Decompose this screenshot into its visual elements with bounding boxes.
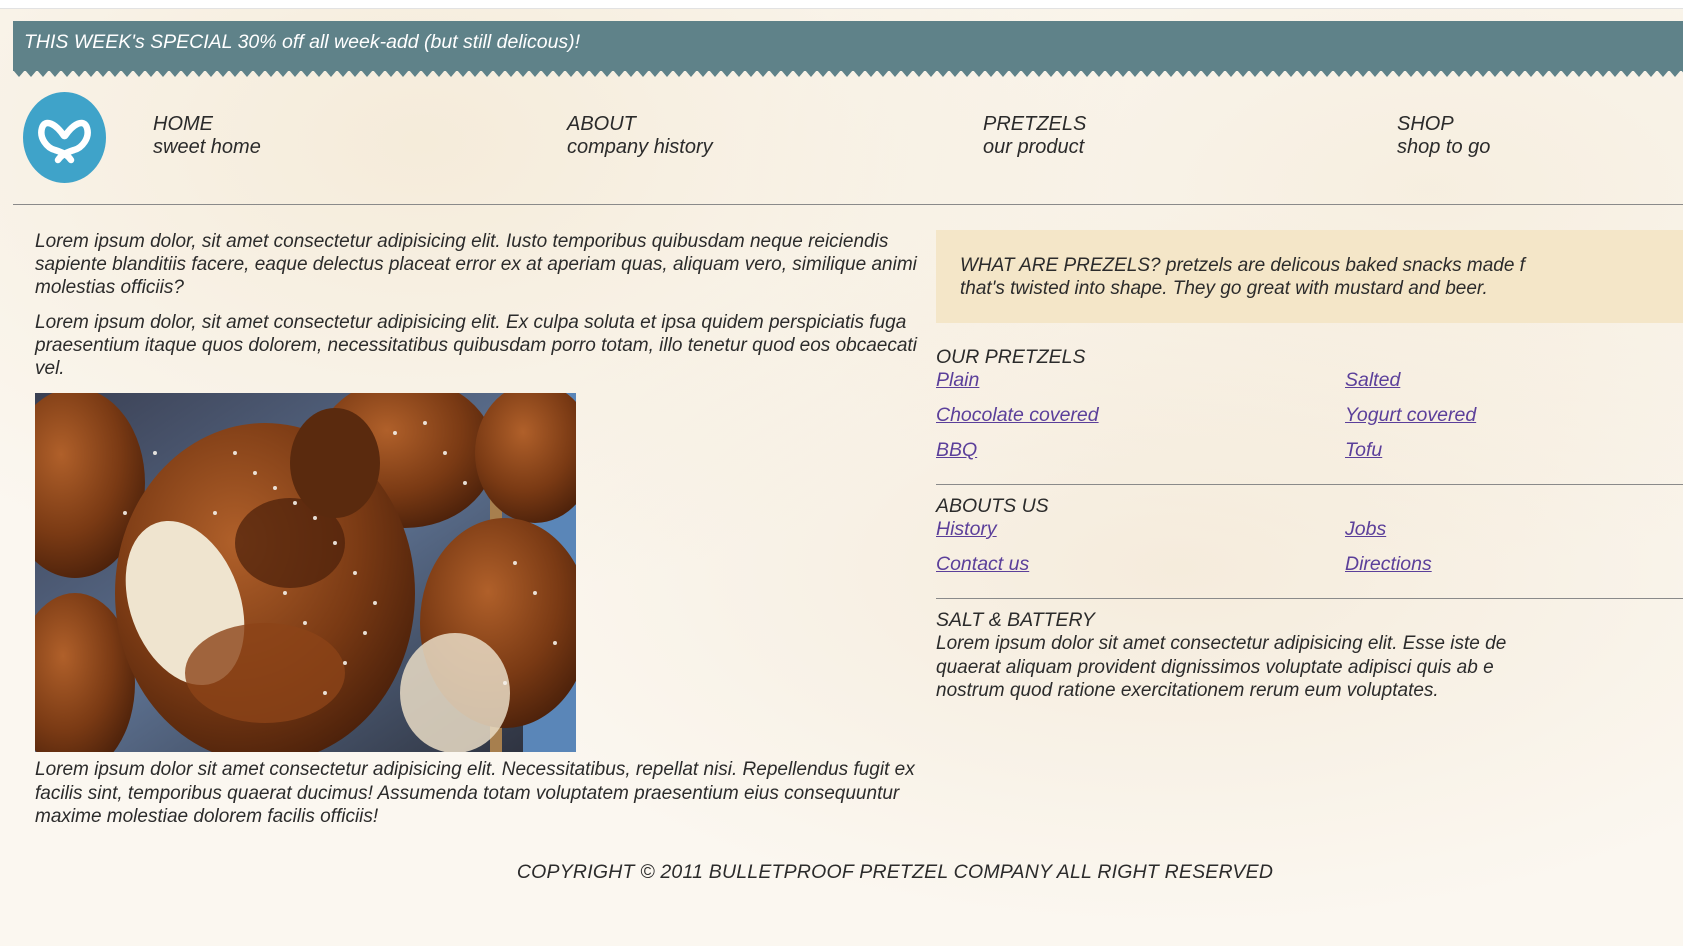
header-divider [13, 204, 1683, 205]
nav-shop-title: SHOP [1397, 113, 1454, 135]
nav-home[interactable]: HOME sweet home [153, 113, 261, 159]
link-contact-us[interactable]: Contact us [936, 553, 1029, 576]
nav-shop-subtitle: shop to go [1397, 136, 1491, 158]
link-history[interactable]: History [936, 518, 997, 541]
salt-text-line-2: quaerat aliquam provident dignissimos vo… [936, 656, 1494, 678]
main-content: Lorem ipsum dolor, sit amet consectetur … [35, 230, 935, 392]
banner-text: THIS WEEK's SPECIAL 30% off all week-add… [24, 31, 581, 53]
nav-shop[interactable]: SHOP shop to go [1397, 113, 1490, 159]
link-jobs[interactable]: Jobs [1345, 518, 1386, 541]
nav-pretzels-subtitle: our product [983, 136, 1085, 158]
our-pretzels-title: OUR PRETZELS [936, 346, 1086, 368]
nav-pretzels-title: PRETZELS [983, 113, 1087, 135]
nav-about-subtitle: company history [567, 136, 713, 158]
sidebar-divider-1 [936, 484, 1683, 485]
nav-about-title: ABOUT [567, 113, 636, 135]
salt-battery-text: Lorem ipsum dolor sit amet consectetur a… [936, 632, 1683, 703]
pretzel-icon[interactable] [23, 92, 106, 183]
callout-text-line-1: WHAT ARE PREZELS? pretzels are delicous … [960, 255, 1525, 276]
sidebar-divider-2 [936, 598, 1683, 599]
link-salted[interactable]: Salted [1345, 369, 1400, 392]
copyright-footer: COPYRIGHT © 2011 BULLETPROOF PRETZEL COM… [516, 861, 1274, 883]
salt-battery-title: SALT & BATTERY [936, 609, 1095, 631]
intro-paragraph-2: Lorem ipsum dolor, sit amet consectetur … [35, 312, 917, 379]
browser-top-edge [0, 0, 1683, 9]
intro-paragraph-1: Lorem ipsum dolor, sit amet consectetur … [35, 231, 917, 298]
banner-zigzag-edge [13, 70, 1683, 77]
salt-text-line-3: nostrum quod ratione exercitationem reru… [936, 680, 1439, 701]
salt-text-line-1: Lorem ipsum dolor sit amet consectetur a… [936, 633, 1507, 654]
nav-about[interactable]: ABOUT company history [567, 113, 713, 159]
link-bbq[interactable]: BBQ [936, 439, 977, 462]
link-yogurt-covered[interactable]: Yogurt covered [1345, 404, 1476, 427]
callout-text: WHAT ARE PREZELS? pretzels are delicous … [960, 254, 1683, 300]
nav-pretzels[interactable]: PRETZELS our product [983, 113, 1086, 159]
link-tofu[interactable]: Tofu [1345, 439, 1382, 462]
photo-caption: Lorem ipsum dolor sit amet consectetur a… [35, 759, 915, 827]
callout-text-line-2: that's twisted into shape. They go great… [960, 278, 1488, 299]
nav-home-title: HOME [153, 113, 213, 135]
what-are-pretzels-callout: WHAT ARE PREZELS? pretzels are delicous … [936, 230, 1683, 323]
link-plain[interactable]: Plain [936, 369, 979, 392]
link-directions[interactable]: Directions [1345, 553, 1432, 576]
about-us-title: ABOUTS US [936, 495, 1049, 517]
link-chocolate-covered[interactable]: Chocolate covered [936, 404, 1099, 427]
page: THIS WEEK's SPECIAL 30% off all week-add… [0, 0, 1683, 946]
nav-home-subtitle: sweet home [153, 136, 261, 158]
pretzels-photo [35, 393, 576, 752]
